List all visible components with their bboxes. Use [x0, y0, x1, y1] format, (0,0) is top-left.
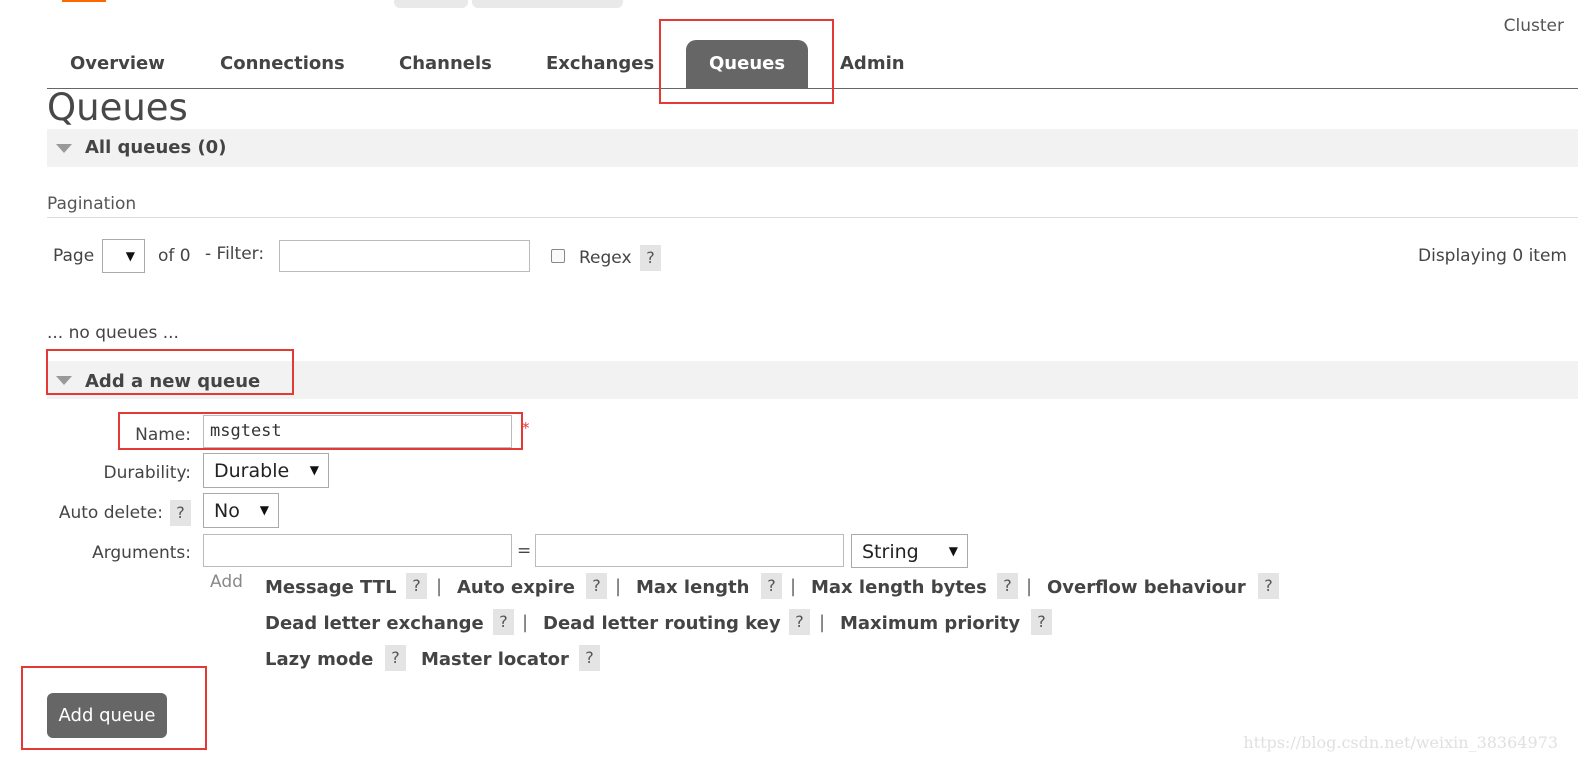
annotation-box-add-button — [21, 666, 207, 750]
durability-select[interactable]: Durable ▼ — [203, 453, 329, 488]
help-icon[interactable]: ? — [385, 645, 406, 671]
cluster-label: Cluster — [1503, 16, 1564, 36]
tab-overview[interactable]: Overview — [47, 40, 188, 88]
all-queues-title: All queues (0) — [85, 137, 227, 158]
filter-input[interactable] — [279, 240, 530, 272]
auto-delete-select[interactable]: No ▼ — [203, 493, 279, 528]
pagination-divider — [47, 217, 1578, 218]
annotation-box-queues-tab — [659, 19, 834, 104]
annotation-box-add-queue-section — [46, 349, 294, 395]
help-icon[interactable]: ? — [406, 573, 427, 599]
dropdown-arrow-icon: ▼ — [125, 249, 135, 263]
all-queues-section[interactable]: All queues (0) — [47, 129, 1578, 167]
required-asterisk: * — [522, 419, 530, 437]
version-badge — [394, 0, 468, 8]
shortcut-lazy-mode[interactable]: Lazy mode — [265, 649, 373, 670]
shortcut-max-length-bytes[interactable]: Max length bytes — [811, 577, 987, 598]
help-icon[interactable]: ? — [761, 573, 782, 599]
filter-label: - Filter: — [205, 244, 265, 264]
help-icon[interactable]: ? — [1031, 609, 1052, 635]
argument-type-select[interactable]: String ▼ — [851, 534, 968, 568]
separator: | — [1026, 576, 1033, 597]
auto-delete-help-icon[interactable]: ? — [170, 500, 191, 526]
shortcut-dead-letter-routing-key[interactable]: Dead letter routing key — [543, 613, 781, 634]
displaying-count: Displaying 0 item — [1418, 246, 1567, 266]
regex-help-icon[interactable]: ? — [640, 245, 661, 271]
separator: | — [522, 612, 529, 633]
regex-label: Regex — [579, 248, 632, 268]
tab-exchanges[interactable]: Exchanges — [523, 40, 677, 88]
argument-key-input[interactable] — [203, 534, 512, 567]
arguments-label: Arguments: — [92, 543, 191, 563]
shortcut-maximum-priority[interactable]: Maximum priority — [840, 613, 1020, 634]
page-select[interactable]: ▼ — [102, 239, 145, 273]
durability-label: Durability: — [103, 463, 191, 483]
tab-connections[interactable]: Connections — [197, 40, 368, 88]
shortcut-message-ttl[interactable]: Message TTL — [265, 577, 397, 598]
argument-value-input[interactable] — [535, 534, 844, 567]
help-icon[interactable]: ? — [789, 609, 810, 635]
tab-channels[interactable]: Channels — [376, 40, 515, 88]
help-icon[interactable]: ? — [579, 645, 600, 671]
annotation-box-name-field — [118, 412, 523, 450]
shortcut-dead-letter-exchange[interactable]: Dead letter exchange — [265, 613, 484, 634]
dropdown-arrow-icon: ▼ — [259, 503, 269, 517]
help-icon[interactable]: ? — [493, 609, 514, 635]
separator: | — [819, 612, 826, 633]
shortcut-master-locator[interactable]: Master locator — [421, 649, 569, 670]
auto-delete-label: Auto delete: — [58, 503, 163, 523]
separator: | — [615, 576, 622, 597]
empty-message: ... no queues ... — [47, 323, 179, 343]
page-count: of 0 — [158, 246, 191, 266]
page-label: Page — [53, 246, 95, 266]
page-title: Queues — [47, 86, 188, 129]
dropdown-arrow-icon: ▼ — [948, 544, 958, 558]
watermark: https://blog.csdn.net/weixin_38364973 — [1243, 733, 1558, 752]
separator: | — [436, 576, 443, 597]
erlang-badge — [472, 0, 623, 8]
add-argument-link[interactable]: Add — [210, 572, 243, 592]
help-icon[interactable]: ? — [1258, 573, 1279, 599]
help-icon[interactable]: ? — [997, 573, 1018, 599]
shortcut-max-length[interactable]: Max length — [636, 577, 749, 598]
equals-sign: = — [517, 541, 532, 561]
collapse-triangle-icon — [56, 144, 72, 153]
shortcut-auto-expire[interactable]: Auto expire — [457, 577, 575, 598]
separator: | — [790, 576, 797, 597]
regex-checkbox[interactable] — [551, 249, 565, 263]
help-icon[interactable]: ? — [586, 573, 607, 599]
shortcut-overflow-behaviour[interactable]: Overflow behaviour — [1047, 577, 1246, 598]
pagination-label: Pagination — [47, 194, 137, 214]
rabbitmq-logo-mark — [62, 0, 106, 2]
dropdown-arrow-icon: ▼ — [309, 463, 319, 477]
